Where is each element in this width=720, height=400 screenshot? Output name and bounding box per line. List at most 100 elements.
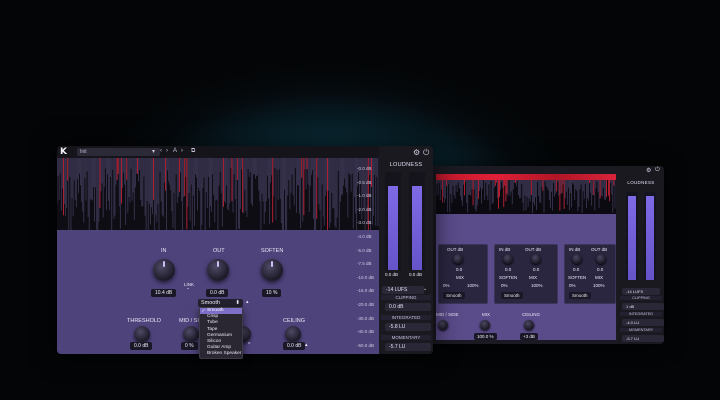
band-out-knob[interactable] [531, 254, 541, 264]
mid-side-knob[interactable] [438, 320, 448, 330]
meter-left-fill [628, 196, 636, 280]
link-icon[interactable]: ˆ [187, 289, 189, 295]
toolbar: K Init ▾ ‹ › A › ⧉ [57, 146, 433, 158]
meter-right [644, 192, 656, 280]
waveform-graphic [57, 158, 379, 240]
integrated-label: INTEGRATED [620, 312, 662, 316]
chevron-down-icon[interactable]: ⌄ [423, 286, 427, 292]
soften-value[interactable]: 10 % [262, 289, 282, 297]
out-knob[interactable] [207, 259, 229, 281]
out-value[interactable]: 0.0 dB [206, 289, 229, 297]
db-scale: -0.0 dB -0.5 dB -1.0 dB -2.0 dB -3.0 dB -4.0 … [357, 166, 379, 354]
meter-left [385, 172, 401, 270]
band-in-label: IN dB [569, 247, 581, 252]
clip-mode-option[interactable]: Broken Speaker [200, 351, 242, 357]
clipping-value: 0.0 dB [385, 303, 431, 311]
link-label: LINK [184, 282, 195, 287]
meter-right [409, 172, 425, 270]
settings-gear-icon[interactable]: ⚙ [646, 167, 651, 174]
power-icon[interactable]: ⏻ [423, 148, 429, 158]
ceiling-label: CEILING [522, 312, 541, 317]
lock-icon[interactable]: ▴ [246, 299, 249, 305]
band-soften-label: SOFTEN [568, 275, 587, 280]
momentary-label: MOMENTARY [620, 328, 662, 332]
loudness-panel: ⚙ ⏻ LOUDNESS -14 LUFS CLIPPING 1 dB INTE… [618, 166, 664, 344]
soften-label: SOFTEN [261, 248, 284, 254]
meter-left-value: 0.0 dB [385, 272, 399, 277]
threshold-knob[interactable] [134, 326, 150, 342]
band-mode-select[interactable]: Smooth [501, 292, 523, 299]
band-value: 0.0 [597, 267, 604, 272]
in-knob[interactable] [153, 259, 175, 281]
chevron-up-icon[interactable]: ^ [248, 342, 250, 348]
ab-compare-button[interactable]: A [173, 148, 177, 154]
db-scale-tick: -3.0 dB [357, 220, 372, 226]
clip-mode-menu: SmoothCrispTubeTapeGermaniumSiliconGuita… [199, 307, 243, 359]
band-mix-max: 100% [467, 283, 479, 288]
band-in-knob[interactable] [572, 254, 582, 264]
ceiling-label: CEILING [283, 318, 306, 324]
waveform-graphic [436, 174, 616, 214]
band-in-knob[interactable] [503, 254, 513, 264]
band-soften-label: SOFTEN [499, 275, 518, 280]
preset-field[interactable]: Init [77, 148, 160, 156]
main-plugin-window: K Init ▾ ‹ › A › ⧉ -0.0 dB -0.5 dB -1.0 dB… [57, 146, 433, 354]
mid-side-knob[interactable] [183, 326, 199, 342]
band-panel-3: IN dB OUT dB 0.0 0.0 SOFTEN MIX 0% 100% … [564, 244, 616, 304]
arrow-icon[interactable]: › [181, 148, 183, 154]
band-value: 0.0 [533, 267, 540, 272]
mid-side-value[interactable]: 0 % [181, 342, 198, 350]
db-scale-tick: -30.0 dB [357, 315, 375, 321]
band-mix-label: MIX [529, 275, 538, 280]
clip-mode-selected: Smooth [201, 300, 220, 306]
band-mode-select[interactable]: Smooth [443, 292, 465, 299]
band-mix-min: 0% [443, 283, 450, 288]
band-out-knob[interactable] [596, 254, 606, 264]
db-scale-tick: -20.0 dB [357, 302, 375, 307]
mix-value[interactable]: 100.0 % [474, 333, 497, 340]
threshold-label: THRESHOLD [127, 318, 161, 324]
db-scale-tick: -0.0 dB [357, 166, 372, 171]
in-value[interactable]: 10.4 dB [151, 289, 177, 297]
next-preset-button[interactable]: › [166, 148, 168, 154]
band-in-label: IN dB [499, 247, 511, 252]
band-out-knob[interactable] [453, 254, 463, 264]
band-panel-2: IN dB OUT dB 0.0 0.0 SOFTEN MIX 0% 100% … [494, 244, 558, 304]
band-mix-max: 100% [593, 283, 605, 288]
chevron-updown-icon: ⬍ [235, 300, 240, 306]
loudness-panel: ⚙ ⏻ LOUDNESS 0.0 dB 0.0 dB -14 LUFS ⌄ CL… [379, 146, 433, 354]
db-scale-tick: -1.0 dB [357, 193, 372, 199]
ceiling-knob[interactable] [285, 326, 301, 342]
integrated-value: -4.0 LU [622, 319, 664, 326]
mix-knob[interactable] [480, 320, 490, 330]
power-icon[interactable]: ⏻ [655, 167, 660, 174]
meter-left [626, 192, 638, 280]
ceiling-value[interactable]: 0.0 dB [283, 342, 306, 350]
settings-gear-icon[interactable]: ⚙ [413, 148, 420, 157]
target-select[interactable]: -14 LUFS [622, 288, 660, 295]
ceiling-knob[interactable] [524, 320, 534, 330]
secondary-plugin-window: OUT dB 0.0 MIX 0% 100% Smooth IN dB OUT … [430, 166, 664, 344]
in-label: IN [161, 248, 167, 254]
band-mix-label: MIX [456, 275, 465, 280]
momentary-label: MOMENTARY [381, 335, 431, 340]
clip-mode-select[interactable]: Smooth ⬍ [198, 299, 243, 307]
prev-preset-button[interactable]: ‹ [160, 148, 162, 154]
mid-side-label: MID / SIDE [436, 312, 459, 317]
soften-knob[interactable] [261, 259, 283, 281]
preset-menu-chevron-icon[interactable]: ▾ [152, 148, 155, 155]
threshold-value[interactable]: 0.0 dB [130, 342, 153, 350]
band-mode-select[interactable]: Smooth [569, 292, 591, 299]
meter-right-value: 0.0 dB [409, 272, 423, 277]
band-mix-min: 0% [501, 283, 508, 288]
target-loudness-select[interactable]: -14 LUFS [382, 286, 424, 294]
db-scale-tick: -50.0 dB [357, 342, 375, 348]
band-out-label: OUT dB [447, 247, 464, 252]
ceiling-value[interactable]: +3 dB [520, 333, 538, 340]
copy-icon[interactable]: ⧉ [191, 148, 195, 155]
lock-icon[interactable]: ▴ [305, 342, 308, 348]
waveform-display [57, 158, 379, 240]
integrated-value: -5.8 LU [385, 323, 431, 331]
meter-left-fill [388, 186, 398, 270]
clipping-value: 1 dB [622, 303, 664, 310]
